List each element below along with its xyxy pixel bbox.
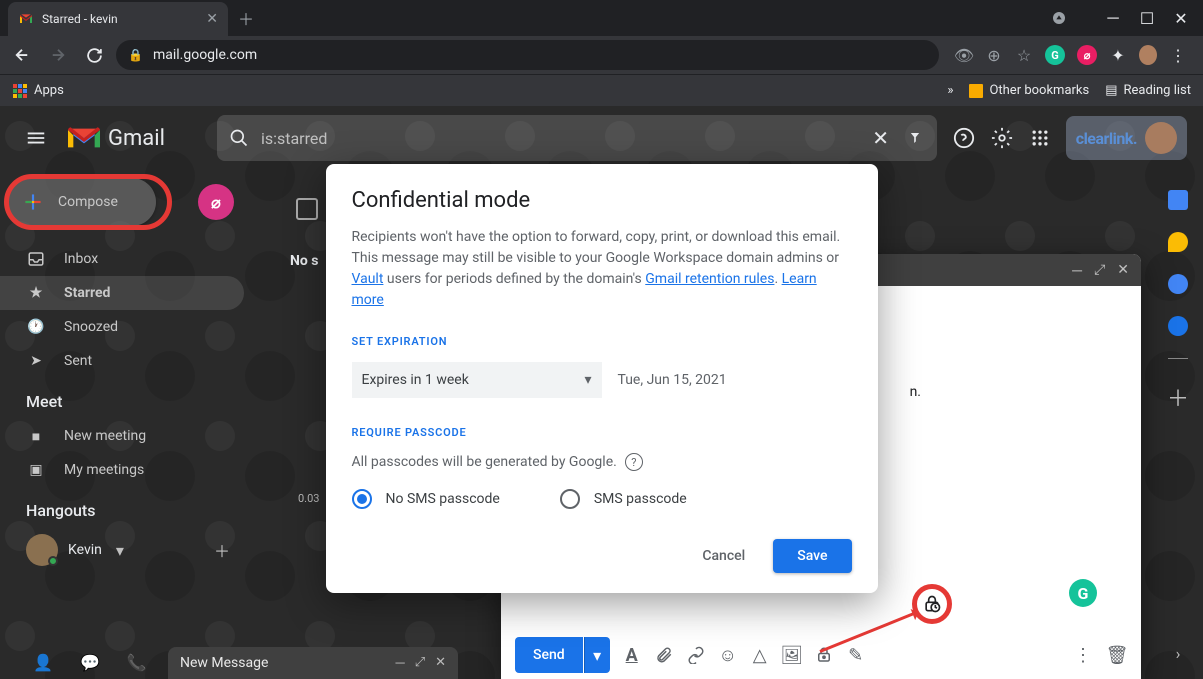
back-button[interactable] [8, 41, 36, 69]
minimize-button[interactable]: ─ [1105, 10, 1121, 26]
radio-unchecked-icon [560, 489, 580, 509]
pink-extension-icon[interactable]: ⌀ [1077, 45, 1097, 65]
address-bar[interactable]: 🔒 mail.google.com [116, 40, 939, 70]
grammarly-extension-icon[interactable]: G [1045, 45, 1065, 65]
browser-titlebar: Starred - kevin ✕ ＋ ─ ☐ ✕ [0, 0, 1203, 36]
other-bookmarks-label: Other bookmarks [989, 83, 1089, 98]
reload-button[interactable] [80, 41, 108, 69]
reading-list[interactable]: ▤ Reading list [1105, 83, 1191, 98]
retention-rules-link[interactable]: Gmail retention rules [645, 271, 774, 287]
browser-menu-icon[interactable]: ⋮ [1169, 46, 1187, 64]
close-tab-icon[interactable]: ✕ [206, 11, 218, 27]
url-text: mail.google.com [153, 47, 257, 63]
modal-description: Recipients won't have the option to forw… [352, 227, 852, 311]
chevron-down-icon: ▾ [584, 372, 591, 388]
reading-list-icon: ▤ [1105, 83, 1117, 98]
profile-avatar-icon[interactable] [1139, 46, 1157, 64]
confidential-mode-dialog: Confidential mode Recipients won't have … [326, 164, 878, 593]
expiration-select-value: Expires in 1 week [362, 372, 469, 388]
radio-no-sms-label: No SMS passcode [386, 491, 500, 507]
apps-grid-icon[interactable] [12, 83, 28, 99]
modal-scrim[interactable]: Confidential mode Recipients won't have … [0, 106, 1203, 679]
radio-sms-label: SMS passcode [594, 491, 687, 507]
browser-toolbar: 🔒 mail.google.com 👁 ⊕ ☆ G ⌀ ✦ ⋮ [0, 36, 1203, 74]
vault-link[interactable]: Vault [352, 271, 384, 287]
new-tab-button[interactable]: ＋ [238, 6, 254, 30]
gmail-app: Gmail is:starred ✕ clearlink. Compose [0, 106, 1203, 679]
radio-sms[interactable]: SMS passcode [560, 489, 687, 509]
reading-list-label: Reading list [1124, 83, 1191, 98]
passcode-description: All passcodes will be generated by Googl… [352, 454, 617, 470]
tab-title: Starred - kevin [42, 12, 206, 26]
save-button[interactable]: Save [773, 539, 851, 573]
browser-tab[interactable]: Starred - kevin ✕ [8, 2, 228, 36]
close-window-button[interactable]: ✕ [1173, 10, 1189, 26]
folder-icon [969, 84, 983, 98]
zoom-extension-icon[interactable]: ⊕ [985, 46, 1003, 64]
radio-no-sms[interactable]: No SMS passcode [352, 489, 500, 509]
cancel-button[interactable]: Cancel [684, 539, 763, 573]
set-expiration-label: SET EXPIRATION [352, 335, 852, 348]
apps-label[interactable]: Apps [34, 83, 64, 98]
maximize-button[interactable]: ☐ [1139, 10, 1155, 26]
other-bookmarks[interactable]: Other bookmarks [969, 83, 1089, 98]
incognito-icon [1051, 10, 1067, 26]
passcode-help-icon[interactable]: ? [625, 453, 643, 471]
radio-checked-icon [352, 489, 372, 509]
expiration-select[interactable]: Expires in 1 week ▾ [352, 362, 602, 398]
extensions-icon[interactable]: ✦ [1109, 46, 1127, 64]
bookmark-overflow-icon[interactable]: » [947, 83, 953, 98]
bookmarks-bar: Apps » Other bookmarks ▤ Reading list [0, 74, 1203, 106]
expiration-date: Tue, Jun 15, 2021 [618, 372, 727, 388]
forward-button[interactable] [44, 41, 72, 69]
gmail-favicon [18, 11, 34, 27]
modal-desc-part2: users for periods defined by the domain'… [383, 271, 645, 287]
lock-icon: 🔒 [128, 48, 143, 62]
require-passcode-label: REQUIRE PASSCODE [352, 426, 852, 439]
eye-extension-icon[interactable]: 👁 [955, 46, 973, 64]
modal-desc-part1: Recipients won't have the option to forw… [352, 229, 841, 266]
modal-title: Confidential mode [352, 188, 852, 213]
modal-desc-part3: . [774, 271, 781, 287]
star-icon[interactable]: ☆ [1015, 46, 1033, 64]
